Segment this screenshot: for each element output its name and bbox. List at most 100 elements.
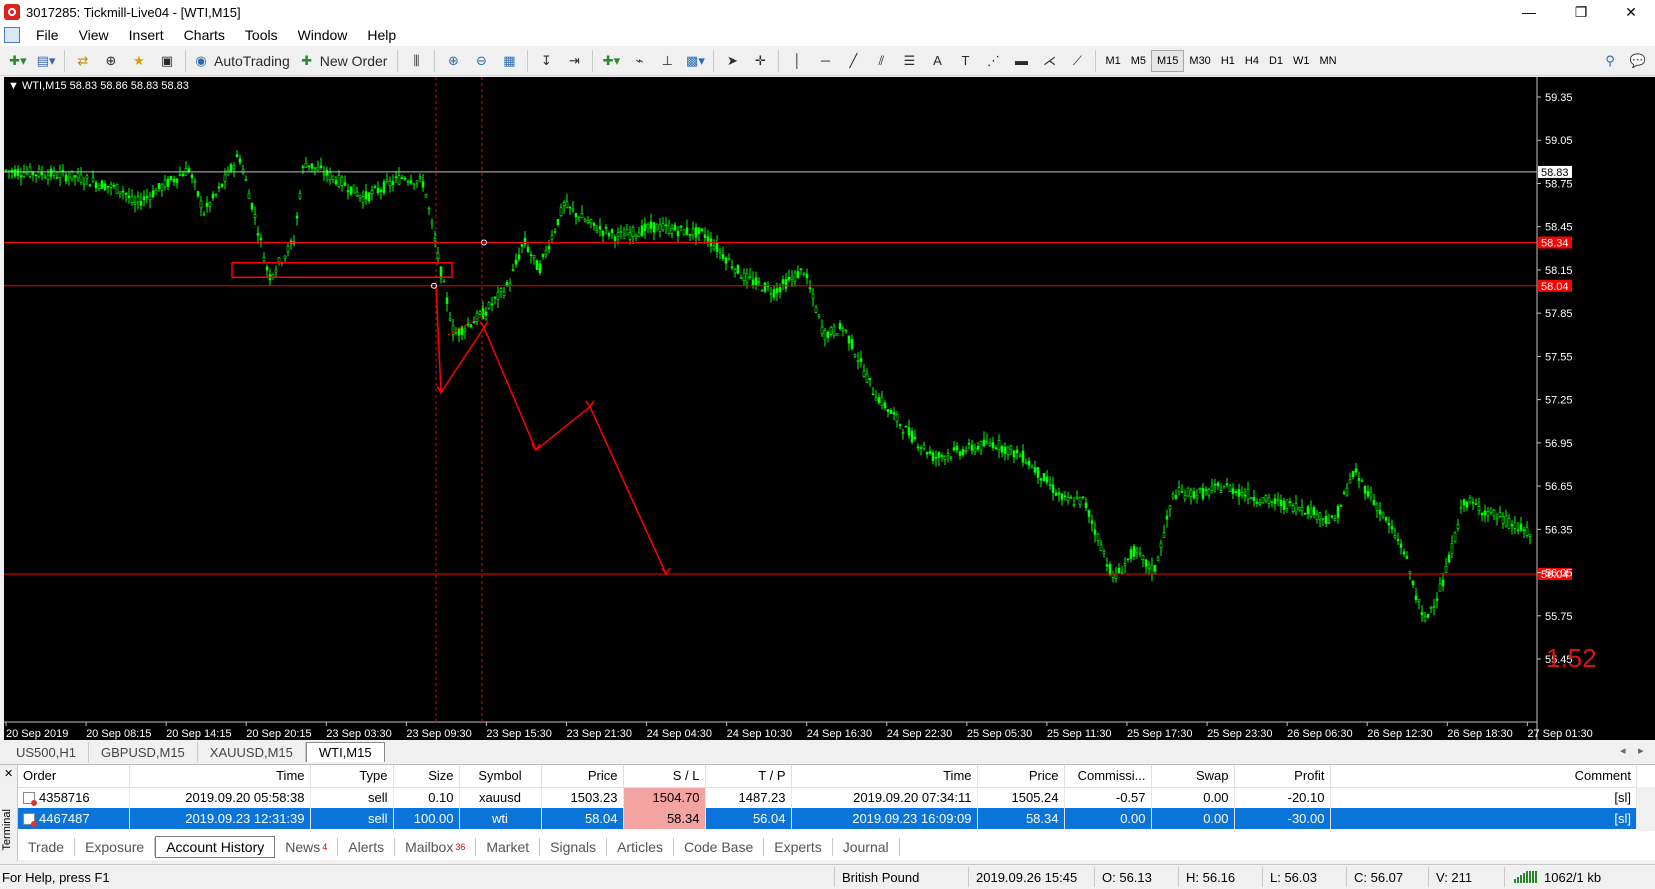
market-watch-button[interactable]: ⇄ [71, 49, 95, 73]
terminal-button[interactable]: ▣ [155, 49, 179, 73]
terminal-close-icon[interactable]: ✕ [4, 767, 13, 780]
menu-file[interactable]: File [26, 27, 69, 43]
templates-button[interactable]: ▩▾ [683, 49, 707, 73]
timeframe-m30[interactable]: M30 [1184, 50, 1215, 72]
col-order[interactable]: Order [18, 765, 130, 788]
cursor-tool[interactable]: ➤ [720, 49, 744, 73]
timeframe-mn[interactable]: MN [1315, 50, 1342, 72]
tab-mailbox[interactable]: Mailbox 36 [395, 838, 477, 856]
col-symbol[interactable]: Symbol [459, 765, 542, 788]
menu-charts[interactable]: Charts [174, 27, 235, 43]
chart-tab-xauusd[interactable]: XAUUSD,M15 [198, 742, 306, 762]
fibo-fan-tool[interactable]: ⋰ [981, 49, 1005, 73]
col-price[interactable]: Price [541, 765, 624, 788]
tab-experts[interactable]: Experts [764, 838, 833, 856]
objects-button[interactable]: ⊥ [655, 49, 679, 73]
col-time[interactable]: Time [129, 765, 311, 788]
col-commission[interactable]: Commissi... [1064, 765, 1152, 788]
timeframe-m15[interactable]: M15 [1151, 49, 1185, 72]
candle-body [31, 172, 35, 176]
col-profit[interactable]: Profit [1234, 765, 1331, 788]
col-swap[interactable]: Swap [1151, 765, 1235, 788]
timeframe-m1[interactable]: M1 [1100, 50, 1125, 72]
timeframe-d1[interactable]: D1 [1264, 50, 1288, 72]
tab-trade[interactable]: Trade [18, 838, 76, 856]
tab-code-base[interactable]: Code Base [674, 838, 765, 856]
crosshair-tool[interactable]: ✛ [748, 49, 772, 73]
col-sl[interactable]: S / L [623, 765, 706, 788]
candle-body [487, 302, 491, 309]
indicators-button[interactable]: ✚▾ [599, 49, 623, 73]
chart-tab-gbpusd[interactable]: GBPUSD,M15 [89, 742, 198, 762]
horizontal-line-tool[interactable]: ─ [813, 49, 837, 73]
timeframe-h1[interactable]: H1 [1216, 50, 1240, 72]
tabs-right-arrow-icon[interactable]: ▸ [1638, 744, 1644, 757]
table-row[interactable]: 4358716 2019.09.20 05:58:38 sell 0.10 xa… [18, 787, 1637, 808]
trendline-tool[interactable]: ╱ [841, 49, 865, 73]
zoom-in-button[interactable]: ⊕ [441, 49, 465, 73]
table-row[interactable]: 4467487 2019.09.23 12:31:39 sell 100.00 … [18, 808, 1637, 829]
rectangle-tool[interactable]: ▬ [1009, 49, 1033, 73]
pitchfork-tool[interactable]: ⋌ [1037, 49, 1061, 73]
candle-body [1477, 506, 1481, 512]
tile-windows-button[interactable]: ▦ [497, 49, 521, 73]
candle-body [1486, 511, 1490, 516]
tab-market[interactable]: Market [476, 838, 541, 856]
vertical-line-tool[interactable]: │ [785, 49, 809, 73]
bar-chart-button[interactable]: ⫼ [404, 49, 428, 73]
candle-body [1219, 490, 1223, 493]
col-comment[interactable]: Comment [1330, 765, 1637, 788]
timeframe-h4[interactable]: H4 [1240, 50, 1264, 72]
symbol-cell: xauusd [459, 787, 542, 808]
tabs-left-arrow-icon[interactable]: ◂ [1620, 744, 1626, 757]
text-label-tool[interactable]: T [953, 49, 977, 73]
menu-insert[interactable]: Insert [119, 27, 174, 43]
periods-button[interactable]: ⌁ [627, 49, 651, 73]
menu-window[interactable]: Window [288, 27, 358, 43]
candle-body [403, 177, 407, 180]
chart-tab-wti[interactable]: WTI,M15 [305, 742, 385, 762]
fibo-tool[interactable]: ☰ [897, 49, 921, 73]
tab-journal[interactable]: Journal [833, 838, 900, 856]
navigator-button[interactable]: ★ [127, 49, 151, 73]
candle-body [229, 164, 233, 172]
menu-tools[interactable]: Tools [235, 27, 288, 43]
new-order-button[interactable]: ✚ New Order [298, 49, 392, 73]
tab-news[interactable]: News 4 [275, 838, 339, 856]
community-button[interactable]: 💬 [1626, 49, 1650, 73]
price-chart[interactable]: 58.83 58.34 58.04 56.04 59.35 59.05 58.75 58.4… [4, 77, 1655, 740]
col-close-time[interactable]: Time [791, 765, 978, 788]
chart-tab-us500[interactable]: US500,H1 [4, 742, 89, 762]
new-chart-button[interactable]: ✚▾ [6, 49, 30, 73]
maximize-button[interactable]: ❐ [1558, 0, 1604, 24]
minimize-button[interactable]: — [1506, 0, 1552, 24]
zoom-out-button[interactable]: ⊖ [469, 49, 493, 73]
col-tp[interactable]: T / P [705, 765, 792, 788]
menu-view[interactable]: View [69, 27, 119, 43]
chart-canvas[interactable]: 58.8358.3458.0456.04 59.3559.0558.7558.4… [4, 77, 1655, 740]
timeframe-m5[interactable]: M5 [1126, 50, 1151, 72]
channel-tool[interactable]: ⫽ [869, 49, 893, 73]
col-size[interactable]: Size [393, 765, 460, 788]
terminal-scrollbar[interactable] [1637, 787, 1655, 831]
tab-articles[interactable]: Articles [607, 838, 674, 856]
auto-scroll-button[interactable]: ↧ [534, 49, 558, 73]
profiles-button[interactable]: ▤▾ [34, 49, 58, 73]
tab-alerts[interactable]: Alerts [338, 838, 396, 856]
comment-cell: [sl] [1330, 787, 1637, 808]
autotrading-button[interactable]: ◉ AutoTrading [192, 49, 294, 73]
tab-signals[interactable]: Signals [540, 838, 608, 856]
close-button[interactable]: ✕ [1608, 0, 1654, 24]
col-type[interactable]: Type [310, 765, 394, 788]
document-icon[interactable] [4, 27, 20, 43]
arrows-tool[interactable]: ⟋ [1065, 49, 1089, 73]
data-window-button[interactable]: ⊕ [99, 49, 123, 73]
search-button[interactable]: ⚲ [1598, 49, 1622, 73]
menu-help[interactable]: Help [357, 27, 406, 43]
timeframe-w1[interactable]: W1 [1288, 50, 1315, 72]
tab-account-history[interactable]: Account History [155, 836, 276, 858]
tab-exposure[interactable]: Exposure [75, 838, 156, 856]
chart-shift-button[interactable]: ⇥ [562, 49, 586, 73]
text-tool[interactable]: A [925, 49, 949, 73]
col-close-price[interactable]: Price [977, 765, 1065, 788]
